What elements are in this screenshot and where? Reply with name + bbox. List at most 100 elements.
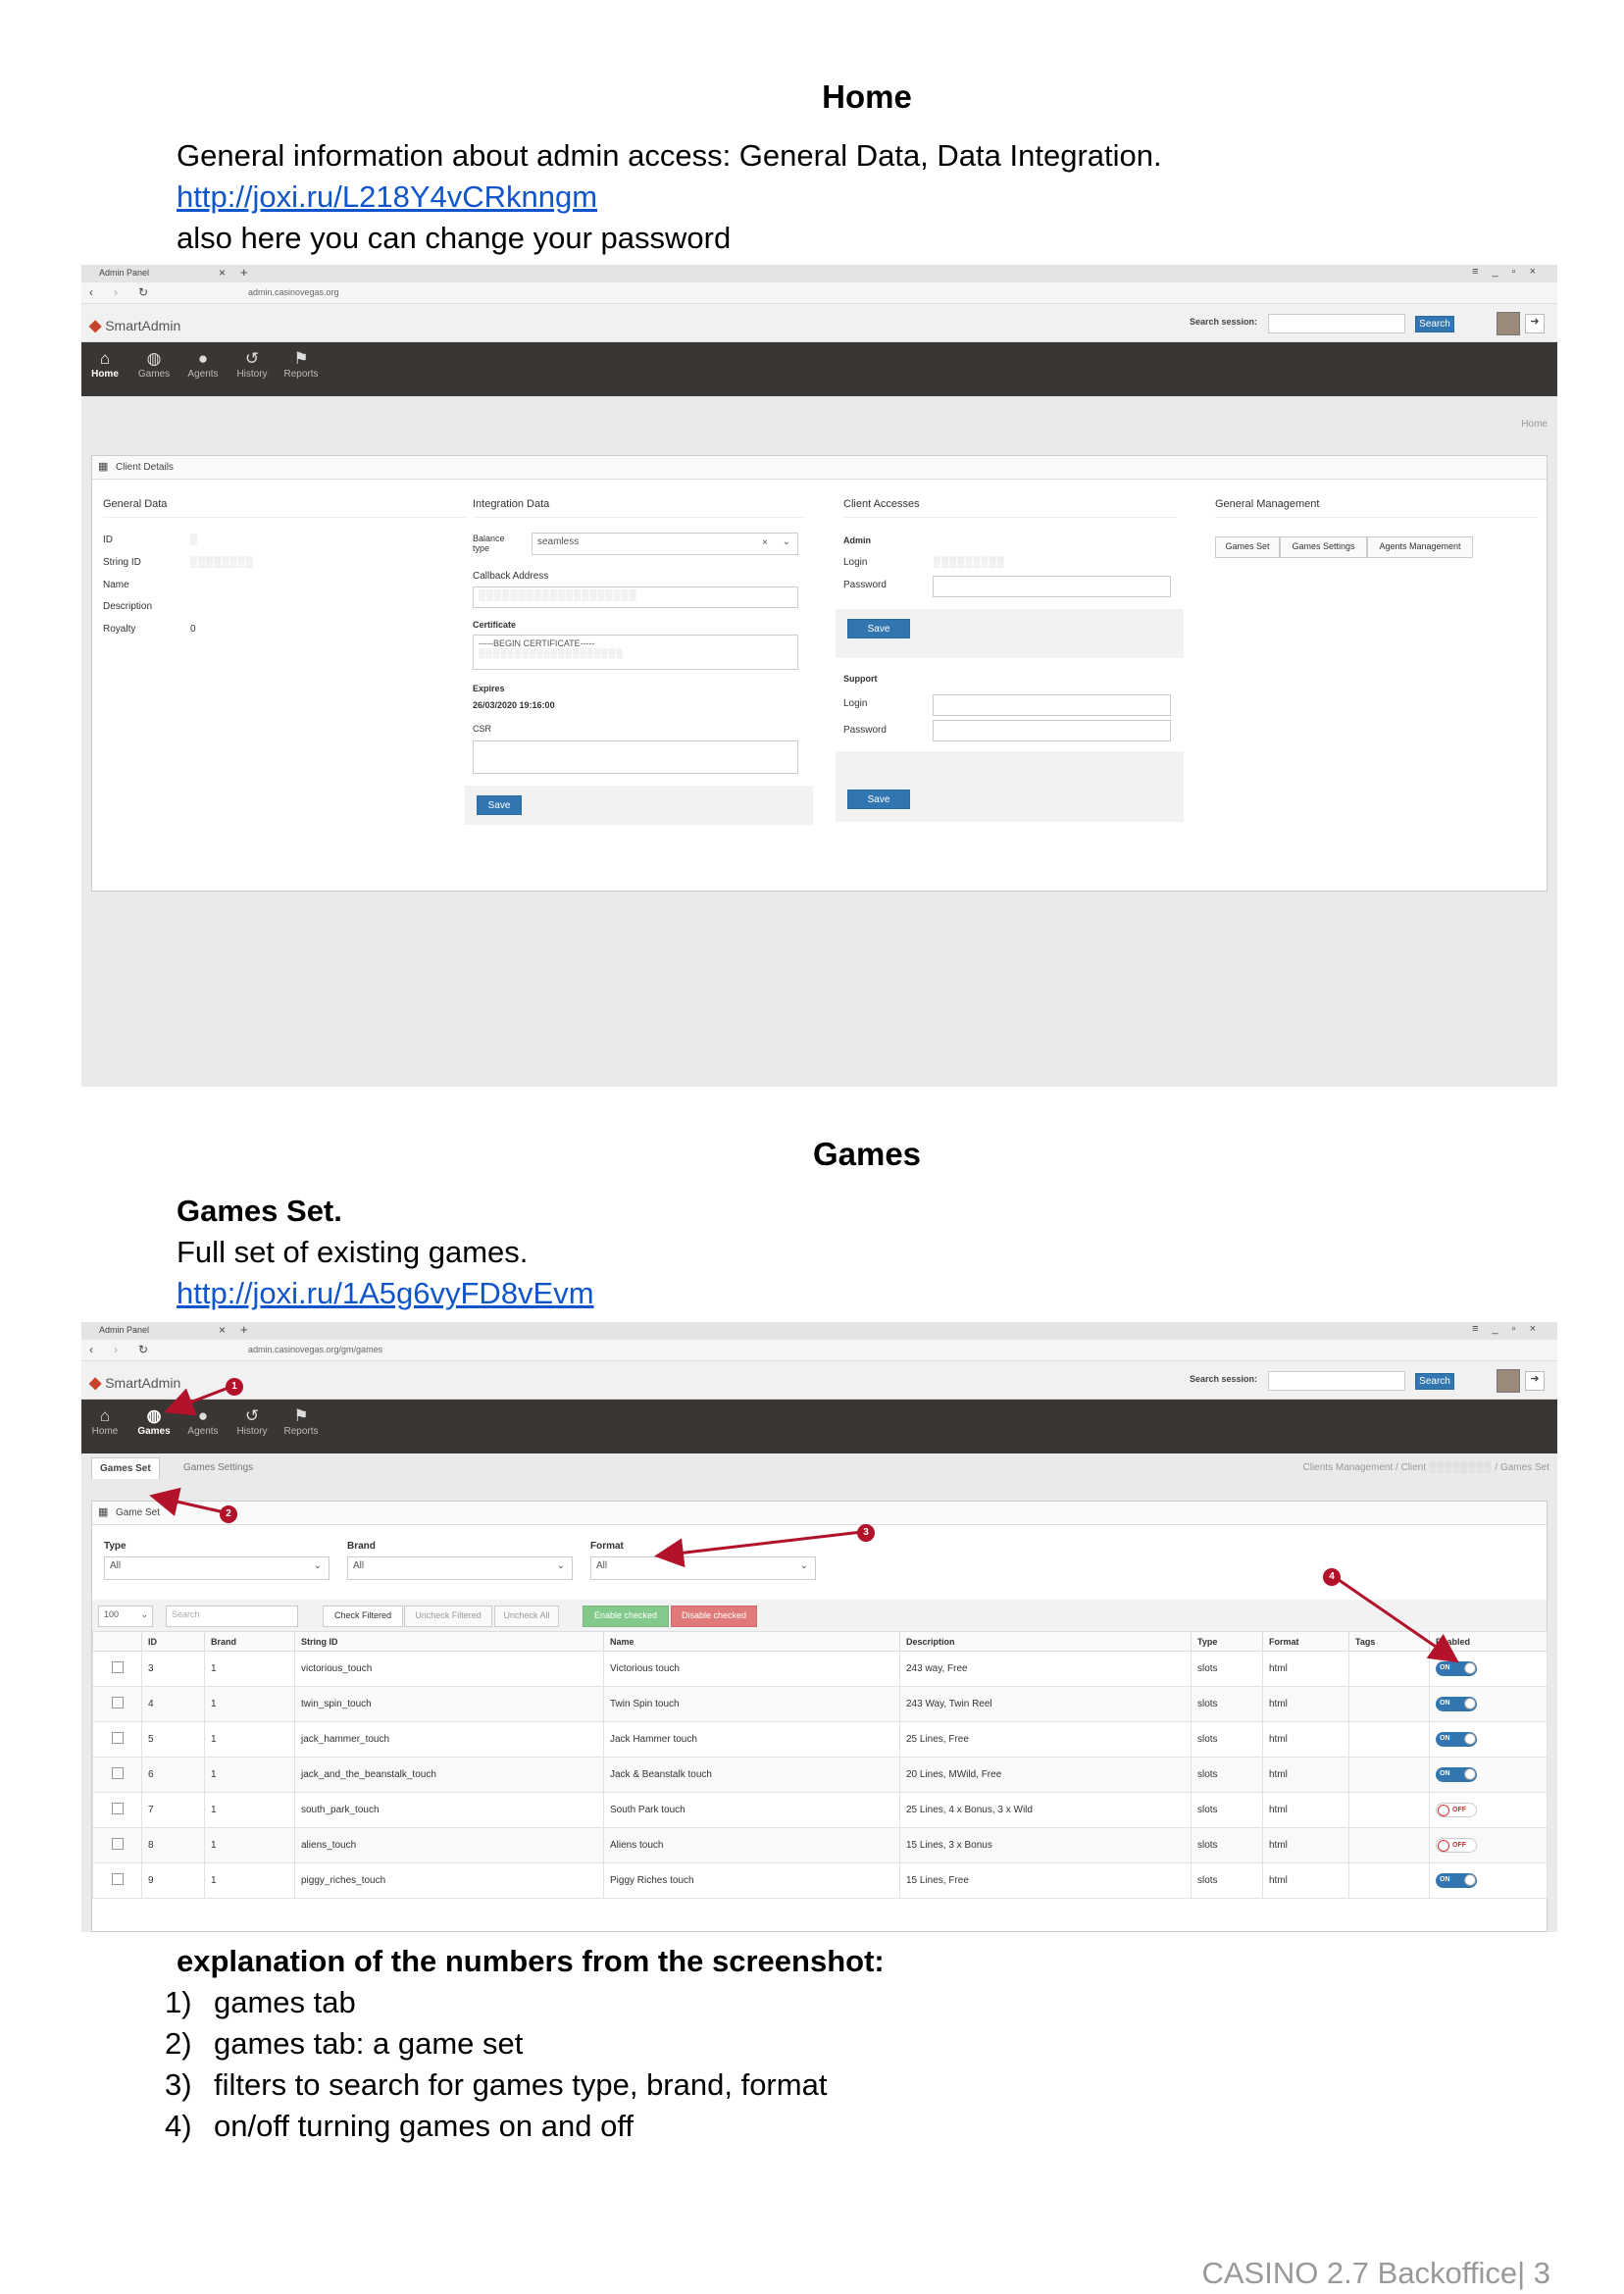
- nav-agents[interactable]: ● Agents: [179, 342, 227, 396]
- divider: [473, 517, 806, 518]
- new-tab-icon[interactable]: +: [240, 265, 248, 280]
- string-id-value: ▒▒▒▒▒▒▒▒: [190, 557, 254, 568]
- home-link[interactable]: http://joxi.ru/L218Y4vCRknngm: [177, 179, 597, 214]
- chevron-down-icon[interactable]: ⌄: [783, 536, 790, 547]
- search-session-input[interactable]: [1268, 314, 1405, 333]
- search-session-label: Search session:: [1190, 317, 1258, 327]
- admin-password-label: Password: [843, 580, 887, 590]
- games-set-button[interactable]: Games Set: [1215, 536, 1280, 558]
- games-line1: Full set of existing games.: [177, 1235, 529, 1269]
- panel-header: ▦ Client Details: [92, 456, 1547, 480]
- games-screenshot: Admin Panel × + ≡_▫× ‹ › ↻ admin.casinov…: [81, 1322, 1557, 1932]
- balance-type-label: Balance type: [473, 534, 505, 553]
- games-link[interactable]: http://joxi.ru/1A5g6vyFD8vEvm: [177, 1276, 594, 1310]
- integration-section: Integration Data Balance type seamless ×…: [465, 491, 813, 884]
- marker-4: 4: [1323, 1568, 1341, 1586]
- back-icon[interactable]: ‹: [89, 285, 93, 299]
- client-details-panel: ▦ Client Details General Data ID ▒ Strin…: [91, 455, 1548, 892]
- logout-icon[interactable]: ➜: [1525, 314, 1545, 333]
- royalty-value: 0: [190, 624, 196, 635]
- app-logo: ◆ SmartAdmin: [89, 318, 181, 334]
- support-heading: Support: [843, 674, 878, 684]
- name-label: Name: [103, 580, 129, 590]
- expires-value: 26/03/2020 19:16:00: [473, 700, 555, 710]
- marker-2: 2: [220, 1505, 237, 1523]
- agents-management-button[interactable]: Agents Management: [1367, 536, 1473, 558]
- item-number: 2): [165, 2026, 192, 2061]
- reload-icon[interactable]: ↻: [138, 285, 148, 299]
- item-text: games tab: a game set: [214, 2026, 524, 2061]
- item-text: games tab: [214, 1985, 356, 2019]
- home-screenshot: Admin Panel × + ≡_▫× ‹ › ↻ admin.casinov…: [81, 265, 1557, 1087]
- divider: [1215, 517, 1539, 518]
- certificate-textarea[interactable]: -----BEGIN CERTIFICATE----- ▒▒▒▒▒▒▒▒▒▒▒▒…: [473, 635, 798, 670]
- games-subtitle: Games Set.: [177, 1194, 342, 1228]
- accesses-heading: Client Accesses: [843, 498, 920, 510]
- clear-icon[interactable]: ×: [762, 537, 768, 548]
- admin-save-button[interactable]: Save: [847, 619, 910, 638]
- callback-label: Callback Address: [473, 571, 549, 582]
- csr-textarea[interactable]: [473, 740, 798, 774]
- integration-heading: Integration Data: [473, 498, 550, 510]
- marker-1: 1: [226, 1378, 243, 1396]
- search-button[interactable]: Search: [1415, 316, 1454, 332]
- support-password-label: Password: [843, 725, 887, 736]
- divider: [103, 517, 466, 518]
- breadcrumb[interactable]: Home: [1521, 419, 1548, 430]
- nav-history[interactable]: ↺ History: [228, 342, 276, 396]
- item-number: 4): [165, 2109, 192, 2143]
- games-text: Games Set. Full set of existing games. h…: [177, 1191, 594, 1314]
- royalty-label: Royalty: [103, 624, 136, 635]
- home-line2: also here you can change your password: [177, 221, 732, 255]
- window-controls-icon[interactable]: ≡_▫×: [1472, 266, 1549, 278]
- nav-home[interactable]: ⌂ Home: [81, 342, 128, 396]
- games-settings-button[interactable]: Games Settings: [1280, 536, 1367, 558]
- explanation-heading: explanation of the numbers from the scre…: [177, 1944, 885, 1978]
- browser-addressbar: ‹ › ↻ admin.casinovegas.org: [81, 282, 1557, 304]
- logo-icon: ◆: [89, 318, 102, 334]
- item-number: 3): [165, 2067, 192, 2102]
- support-save-button[interactable]: Save: [847, 790, 910, 809]
- home-text: General information about admin access: …: [177, 135, 1162, 259]
- item-text: on/off turning games on and off: [214, 2109, 634, 2143]
- integration-save-button[interactable]: Save: [477, 795, 522, 815]
- admin-heading: Admin: [843, 535, 871, 545]
- admin-login-label: Login: [843, 557, 868, 568]
- admin-login-value: ▒▒▒▒▒▒▒▒▒: [934, 557, 1005, 568]
- arrow-2: [149, 1487, 229, 1516]
- page-footer: CASINO 2.7 Backoffice| 3: [1201, 2256, 1550, 2290]
- home-line1: General information about admin access: …: [177, 138, 1162, 173]
- description-label: Description: [103, 601, 153, 612]
- games-heading: Games: [812, 1136, 922, 1172]
- nav-reports[interactable]: ⚑ Reports: [278, 342, 325, 396]
- url-text[interactable]: admin.casinovegas.org: [248, 287, 339, 297]
- history-icon: ↺: [244, 349, 260, 368]
- arrow-1: [164, 1384, 234, 1416]
- admin-password-input[interactable]: [933, 576, 1171, 597]
- accesses-section: Client Accesses Admin Login ▒▒▒▒▒▒▒▒▒ Pa…: [836, 491, 1184, 884]
- flag-icon: ⚑: [293, 349, 309, 368]
- item-number: 1): [165, 1985, 192, 2019]
- callback-input[interactable]: ▒▒▒▒▒▒▒▒▒▒▒▒▒▒▒▒▒▒▒▒: [473, 586, 798, 608]
- expires-label: Expires: [473, 684, 505, 693]
- forward-icon[interactable]: ›: [114, 285, 118, 299]
- general-data-heading: General Data: [103, 498, 168, 510]
- support-login-label: Login: [843, 698, 868, 709]
- arrow-3: [654, 1530, 863, 1568]
- support-login-input[interactable]: [933, 694, 1171, 716]
- id-label: ID: [103, 535, 113, 545]
- app-header: ◆ SmartAdmin Search session: Search ➜: [81, 304, 1557, 342]
- close-tab-icon[interactable]: ×: [219, 266, 226, 280]
- gamepad-icon: ◍: [146, 349, 162, 368]
- avatar[interactable]: [1497, 312, 1520, 335]
- home-icon: ⌂: [99, 349, 111, 368]
- tab-title[interactable]: Admin Panel: [99, 268, 149, 278]
- nav-games[interactable]: ◍ Games: [130, 342, 178, 396]
- management-heading: General Management: [1215, 498, 1320, 510]
- home-heading: Home: [822, 78, 912, 115]
- support-password-input[interactable]: [933, 720, 1171, 741]
- string-id-label: String ID: [103, 557, 141, 568]
- balance-type-select[interactable]: seamless × ⌄: [532, 533, 798, 555]
- arrow-4: [1331, 1573, 1459, 1663]
- user-icon: ●: [197, 349, 209, 368]
